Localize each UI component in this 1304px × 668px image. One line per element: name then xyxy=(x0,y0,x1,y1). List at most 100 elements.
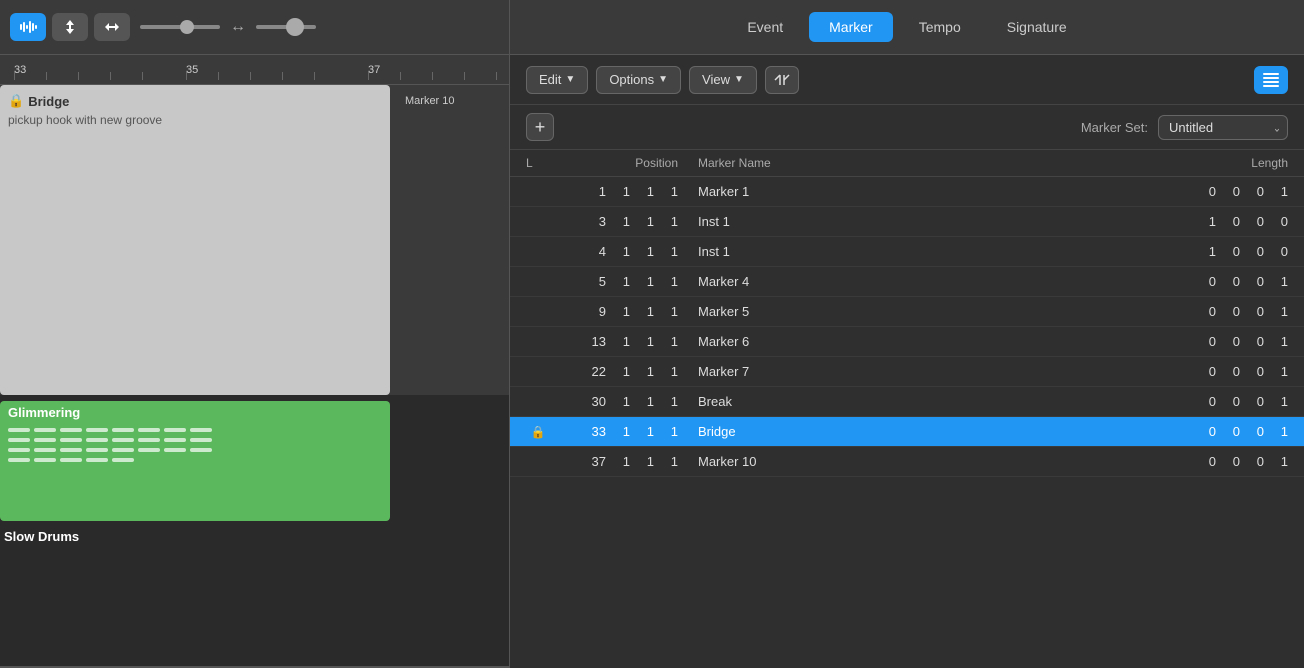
len-div: 0 xyxy=(1246,334,1264,349)
edit-button[interactable]: Edit ▼ xyxy=(526,66,588,94)
options-button[interactable]: Options ▼ xyxy=(596,66,681,94)
pitch-slider[interactable] xyxy=(140,25,220,29)
list-view-button[interactable] xyxy=(1254,66,1288,94)
add-marker-button[interactable]: + xyxy=(526,113,554,141)
glimmering-title: Glimmering xyxy=(0,401,390,424)
left-right-tool-button[interactable] xyxy=(94,13,130,41)
tab-tempo[interactable]: Tempo xyxy=(899,12,981,42)
len-tick: 1 xyxy=(1270,334,1288,349)
len-beat: 0 xyxy=(1222,424,1240,439)
col-header-l: L xyxy=(526,156,550,170)
snap-button[interactable] xyxy=(765,66,799,94)
pos-beat: 1 xyxy=(612,364,630,379)
ruler-mark-37: 37 xyxy=(368,64,380,76)
pos-div: 1 xyxy=(636,304,654,319)
pos-div: 1 xyxy=(636,334,654,349)
col-position: 1 1 1 1 xyxy=(550,184,690,199)
len-tick: 1 xyxy=(1270,304,1288,319)
table-header: L Position Marker Name Length xyxy=(510,150,1304,177)
pos-div: 1 xyxy=(636,274,654,289)
pos-bar: 4 xyxy=(588,244,606,259)
pos-div: 1 xyxy=(636,244,654,259)
view-button[interactable]: View ▼ xyxy=(689,66,757,94)
len-div: 0 xyxy=(1246,394,1264,409)
table-row[interactable]: 🔒 33 1 1 1 Bridge 0 0 0 1 xyxy=(510,417,1304,447)
edit-chevron: ▼ xyxy=(565,74,575,85)
table-row[interactable]: 37 1 1 1 Marker 10 0 0 0 1 xyxy=(510,447,1304,477)
col-marker-name: Break xyxy=(690,394,1128,409)
len-div: 0 xyxy=(1246,274,1264,289)
col-position: 37 1 1 1 xyxy=(550,454,690,469)
len-div: 0 xyxy=(1246,184,1264,199)
pos-bar: 1 xyxy=(588,184,606,199)
col-marker-name: Marker 4 xyxy=(690,274,1128,289)
marker-set-label: Marker Set: xyxy=(1081,120,1148,135)
pos-beat: 1 xyxy=(612,214,630,229)
col-position: 13 1 1 1 xyxy=(550,334,690,349)
len-div: 0 xyxy=(1246,454,1264,469)
table-row[interactable]: 4 1 1 1 Inst 1 1 0 0 0 xyxy=(510,237,1304,267)
col-length: 0 0 0 1 xyxy=(1128,334,1288,349)
pos-beat: 1 xyxy=(612,424,630,439)
pos-tick: 1 xyxy=(660,364,678,379)
pos-bar: 9 xyxy=(588,304,606,319)
view-chevron: ▼ xyxy=(734,74,744,85)
col-length: 0 0 0 1 xyxy=(1128,274,1288,289)
slow-drums-label: Slow Drums xyxy=(4,529,79,544)
col-lock: 🔒 xyxy=(526,425,550,439)
col-marker-name: Marker 5 xyxy=(690,304,1128,319)
len-bar: 0 xyxy=(1198,184,1216,199)
table-row[interactable]: 3 1 1 1 Inst 1 1 0 0 0 xyxy=(510,207,1304,237)
col-position: 4 1 1 1 xyxy=(550,244,690,259)
zoom-slider[interactable] xyxy=(256,25,316,29)
table-row[interactable]: 5 1 1 1 Marker 4 0 0 0 1 xyxy=(510,267,1304,297)
marker-set-select[interactable]: Untitled xyxy=(1158,115,1288,140)
left-panel: ↔ 33 35 37 xyxy=(0,0,510,668)
pos-tick: 1 xyxy=(660,244,678,259)
col-header-position: Position xyxy=(550,156,690,170)
table-body: 1 1 1 1 Marker 1 0 0 0 1 3 1 1 1 Inst 1 … xyxy=(510,177,1304,668)
action-bar: Edit ▼ Options ▼ View ▼ xyxy=(510,55,1304,105)
pos-div: 1 xyxy=(636,394,654,409)
col-position: 33 1 1 1 xyxy=(550,424,690,439)
table-row[interactable]: 1 1 1 1 Marker 1 0 0 0 1 xyxy=(510,177,1304,207)
pos-beat: 1 xyxy=(612,184,630,199)
col-marker-name: Marker 7 xyxy=(690,364,1128,379)
len-tick: 1 xyxy=(1270,454,1288,469)
table-row[interactable]: 9 1 1 1 Marker 5 0 0 0 1 xyxy=(510,297,1304,327)
table-row[interactable]: 30 1 1 1 Break 0 0 0 1 xyxy=(510,387,1304,417)
marker-set-wrapper: Untitled xyxy=(1158,115,1288,140)
marker10-label: Marker 10 xyxy=(405,95,455,107)
glimmering-region: Glimmering xyxy=(0,401,390,521)
lock-icon-bridge: 🔒 xyxy=(8,93,24,109)
pos-bar: 5 xyxy=(588,274,606,289)
col-length: 0 0 0 1 xyxy=(1128,454,1288,469)
col-marker-name: Marker 6 xyxy=(690,334,1128,349)
bridge-subtitle: pickup hook with new groove xyxy=(8,113,382,127)
table-row[interactable]: 22 1 1 1 Marker 7 0 0 0 1 xyxy=(510,357,1304,387)
tab-event[interactable]: Event xyxy=(727,12,803,42)
len-beat: 0 xyxy=(1222,364,1240,379)
col-length: 1 0 0 0 xyxy=(1128,214,1288,229)
timeline-ruler: 33 35 37 xyxy=(0,55,509,85)
len-bar: 0 xyxy=(1198,364,1216,379)
tab-signature[interactable]: Signature xyxy=(987,12,1087,42)
col-position: 5 1 1 1 xyxy=(550,274,690,289)
len-tick: 1 xyxy=(1270,184,1288,199)
tab-marker[interactable]: Marker xyxy=(809,12,893,42)
ruler-mark-33: 33 xyxy=(14,64,26,76)
len-bar: 0 xyxy=(1198,304,1216,319)
pos-div: 1 xyxy=(636,184,654,199)
up-down-tool-button[interactable] xyxy=(52,13,88,41)
len-div: 0 xyxy=(1246,214,1264,229)
pos-beat: 1 xyxy=(612,394,630,409)
right-panel: Event Marker Tempo Signature Edit ▼ Opti… xyxy=(510,0,1304,668)
pos-beat: 1 xyxy=(612,274,630,289)
waveform-tool-button[interactable] xyxy=(10,13,46,41)
len-beat: 0 xyxy=(1222,244,1240,259)
table-row[interactable]: 13 1 1 1 Marker 6 0 0 0 1 xyxy=(510,327,1304,357)
pos-beat: 1 xyxy=(612,454,630,469)
col-header-length: Length xyxy=(1128,156,1288,170)
pos-tick: 1 xyxy=(660,274,678,289)
pos-div: 1 xyxy=(636,364,654,379)
